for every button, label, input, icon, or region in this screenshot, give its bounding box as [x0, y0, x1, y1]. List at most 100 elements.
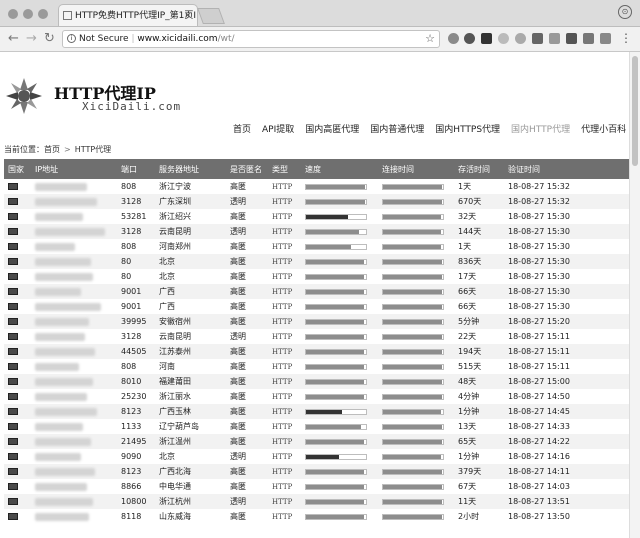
page-scrollbar[interactable] — [629, 52, 640, 538]
maximize-window-button[interactable] — [38, 9, 48, 19]
info-icon[interactable]: i — [67, 34, 76, 43]
bookmark-star-icon[interactable]: ☆ — [425, 31, 435, 47]
nav-item[interactable]: 国内普通代理 — [370, 122, 424, 135]
server-location-cell[interactable]: 广东深圳 — [155, 194, 226, 209]
table-row[interactable]: 39995 安徽宿州 高匿 HTTP 5分钟 18-08-27 15:20 — [4, 314, 630, 329]
minimize-window-button[interactable] — [23, 9, 33, 19]
table-row[interactable]: 3128 广东深圳 透明 HTTP 670天 18-08-27 15:32 — [4, 194, 630, 209]
nav-item[interactable]: 代理小百科 — [581, 122, 626, 135]
server-location-cell[interactable]: 广西玉林 — [155, 404, 226, 419]
server-location-cell[interactable]: 中电华通 — [155, 479, 226, 494]
server-location-cell[interactable]: 安徽宿州 — [155, 314, 226, 329]
server-location-cell[interactable]: 山东威海 — [155, 509, 226, 524]
table-row[interactable]: 8010 福建莆田 高匿 HTTP 48天 18-08-27 15:00 — [4, 374, 630, 389]
connect-time-bar-fill — [383, 214, 441, 219]
server-location-cell[interactable]: 浙江杭州 — [155, 494, 226, 509]
site-logo[interactable] — [4, 76, 44, 116]
table-row[interactable]: 10800 浙江杭州 透明 HTTP 11天 18-08-27 13:51 — [4, 494, 630, 509]
server-location-cell[interactable]: 浙江绍兴 — [155, 209, 226, 224]
table-row[interactable]: 25230 浙江丽水 高匿 HTTP 4分钟 18-08-27 14:50 — [4, 389, 630, 404]
nav-item[interactable]: 首页 — [233, 122, 251, 135]
verified-time-cell: 18-08-27 15:30 — [508, 272, 570, 281]
table-row[interactable]: 9090 北京 透明 HTTP 1分钟 18-08-27 14:16 — [4, 449, 630, 464]
server-location-cell[interactable]: 广西 — [155, 299, 226, 314]
table-row[interactable]: 1133 辽宁葫芦岛 高匿 HTTP 13天 18-08-27 14:33 — [4, 419, 630, 434]
nav-item[interactable]: 国内高匿代理 — [305, 122, 359, 135]
reload-icon[interactable]: ↻ — [44, 31, 55, 47]
extension-icon[interactable] — [600, 33, 611, 44]
close-window-button[interactable] — [8, 9, 18, 19]
extension-icon[interactable] — [532, 33, 543, 44]
table-row[interactable]: 3128 云南昆明 透明 HTTP 22天 18-08-27 15:11 — [4, 329, 630, 344]
table-row[interactable]: 808 河南郑州 高匿 HTTP 1天 18-08-27 15:30 — [4, 239, 630, 254]
table-row[interactable]: 80 北京 高匿 HTTP 836天 18-08-27 15:30 — [4, 254, 630, 269]
alive-time-cell: 4分钟 — [458, 392, 480, 401]
browser-tab[interactable]: HTTP免费HTTP代理IP_第1页I × — [58, 4, 198, 26]
extension-icon[interactable] — [448, 33, 459, 44]
breadcrumb-prefix: 当前位置： — [4, 145, 44, 154]
table-body: 808 浙江宁波 高匿 HTTP 1天 18-08-27 15:32 3128 广东深圳 透明 H… — [4, 179, 630, 524]
new-tab-button[interactable] — [197, 8, 225, 24]
server-location-cell[interactable]: 广西 — [155, 284, 226, 299]
table-row[interactable]: 8123 广西玉林 高匿 HTTP 1分钟 18-08-27 14:45 — [4, 404, 630, 419]
extension-icon[interactable] — [464, 33, 475, 44]
server-location-cell[interactable]: 福建莆田 — [155, 374, 226, 389]
country-cell — [4, 269, 31, 284]
server-location-cell[interactable]: 河南 — [155, 359, 226, 374]
server-location-cell[interactable]: 浙江丽水 — [155, 389, 226, 404]
type-cell: HTTP — [272, 422, 293, 431]
extension-icon[interactable] — [583, 33, 594, 44]
table-row[interactable]: 44505 江苏泰州 高匿 HTTP 194天 18-08-27 15:11 — [4, 344, 630, 359]
address-bar[interactable]: i Not Secure | www.xicidaili.com/wt/ ☆ — [62, 30, 440, 48]
anonymity-cell: 高匿 — [230, 377, 246, 386]
ip-cell — [31, 494, 117, 509]
extension-icon[interactable] — [566, 33, 577, 44]
server-location-cell[interactable]: 河南郑州 — [155, 239, 226, 254]
server-location-cell[interactable]: 浙江宁波 — [155, 179, 226, 194]
type-cell: HTTP — [272, 467, 293, 476]
table-row[interactable]: 9001 广西 高匿 HTTP 66天 18-08-27 15:30 — [4, 284, 630, 299]
anonymity-cell: 透明 — [230, 332, 246, 341]
server-location-cell[interactable]: 江苏泰州 — [155, 344, 226, 359]
table-row[interactable]: 8123 广西北海 高匿 HTTP 379天 18-08-27 14:11 — [4, 464, 630, 479]
nav-item[interactable]: API提取 — [262, 122, 294, 135]
scrollbar-thumb[interactable] — [632, 56, 638, 166]
breadcrumb-home[interactable]: 首页 — [44, 145, 60, 154]
column-header: 端口 — [121, 164, 137, 174]
table-row[interactable]: 3128 云南昆明 透明 HTTP 144天 18-08-27 15:30 — [4, 224, 630, 239]
extension-icon[interactable] — [549, 33, 560, 44]
forward-arrow-icon[interactable]: → — [26, 31, 37, 47]
extension-icon[interactable] — [481, 33, 492, 44]
country-flag-icon — [8, 363, 18, 370]
server-location-cell[interactable]: 云南昆明 — [155, 224, 226, 239]
nav-item[interactable]: 国内HTTPS代理 — [435, 122, 500, 135]
menu-icon[interactable]: ⋮ — [620, 31, 632, 45]
extension-icon[interactable] — [498, 33, 509, 44]
speed-bar-fill — [306, 484, 365, 489]
alive-time-cell: 11天 — [458, 497, 477, 506]
speed-bar — [305, 348, 367, 355]
profile-icon[interactable]: ⊙ — [618, 5, 632, 19]
nav-item[interactable]: 国内HTTP代理 — [511, 122, 570, 135]
table-row[interactable]: 808 河南 高匿 HTTP 515天 18-08-27 15:11 — [4, 359, 630, 374]
back-arrow-icon[interactable]: ← — [8, 31, 19, 47]
server-location-cell[interactable]: 浙江温州 — [155, 434, 226, 449]
server-location-cell[interactable]: 北京 — [155, 254, 226, 269]
server-location-cell[interactable]: 北京 — [155, 269, 226, 284]
speed-bar — [305, 438, 367, 445]
table-row[interactable]: 53281 浙江绍兴 高匿 HTTP 32天 18-08-27 15:30 — [4, 209, 630, 224]
table-row[interactable]: 9001 广西 高匿 HTTP 66天 18-08-27 15:30 — [4, 299, 630, 314]
server-location-cell[interactable]: 云南昆明 — [155, 329, 226, 344]
table-row[interactable]: 808 浙江宁波 高匿 HTTP 1天 18-08-27 15:32 — [4, 179, 630, 194]
server-location-cell[interactable]: 辽宁葫芦岛 — [155, 419, 226, 434]
table-row[interactable]: 21495 浙江温州 高匿 HTTP 65天 18-08-27 14:22 — [4, 434, 630, 449]
speed-bar-fill — [306, 184, 365, 189]
table-row[interactable]: 80 北京 高匿 HTTP 17天 18-08-27 15:30 — [4, 269, 630, 284]
close-tab-icon[interactable]: × — [184, 5, 192, 26]
extension-icon[interactable] — [515, 33, 526, 44]
table-row[interactable]: 8866 中电华通 高匿 HTTP 67天 18-08-27 14:03 — [4, 479, 630, 494]
page-favicon-icon — [63, 11, 72, 20]
server-location-cell[interactable]: 广西北海 — [155, 464, 226, 479]
table-row[interactable]: 8118 山东威海 高匿 HTTP 2小时 18-08-27 13:50 — [4, 509, 630, 524]
server-location-cell[interactable]: 北京 — [155, 449, 226, 464]
